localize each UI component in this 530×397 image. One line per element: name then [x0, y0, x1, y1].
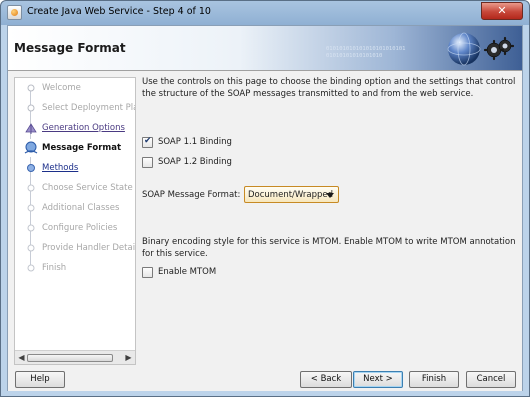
step-label: Provide Handler Details: [42, 243, 135, 253]
step-current-icon: [24, 141, 38, 154]
back-button[interactable]: < Back: [300, 371, 352, 388]
step-pending-icon: [27, 244, 35, 252]
step-list: Welcome Select Deployment Platf Generati…: [15, 78, 135, 350]
app-icon: [7, 5, 22, 20]
binary-decoration: 010101010101010101010101 010101010101010…: [326, 46, 405, 60]
step-pending-icon: [27, 224, 35, 232]
step-generation-options[interactable]: Generation Options: [15, 119, 135, 137]
scroll-thumb[interactable]: [27, 354, 113, 362]
step-label: Additional Classes: [42, 203, 120, 213]
step-message-format[interactable]: Message Format: [15, 139, 135, 157]
next-button[interactable]: Next >: [353, 371, 403, 388]
mtom-description: Binary encoding style for this service i…: [142, 237, 516, 259]
steps-horizontal-scrollbar[interactable]: ◀ ▶: [15, 350, 135, 364]
step-welcome: Welcome: [15, 79, 135, 97]
scroll-left-icon[interactable]: ◀: [17, 353, 26, 363]
step-label: Methods: [42, 163, 79, 173]
page-title: Message Format: [14, 41, 126, 55]
soap12-label: SOAP 1.2 Binding: [158, 157, 232, 167]
wizard-steps-panel: Welcome Select Deployment Platf Generati…: [14, 77, 136, 365]
intro-text: Use the controls on this page to choose …: [142, 77, 516, 99]
window-title: Create Java Web Service - Step 4 of 10: [27, 6, 211, 17]
enable-mtom-label: Enable MTOM: [158, 267, 217, 277]
main-content: Use the controls on this page to choose …: [138, 71, 522, 365]
step-label: Choose Service State: [42, 183, 133, 193]
step-label: Finish: [42, 263, 67, 273]
cancel-button[interactable]: Cancel: [466, 371, 516, 388]
step-pending-icon: [27, 184, 35, 192]
step-label: Message Format: [42, 143, 122, 153]
step-label: Welcome: [42, 83, 81, 93]
wizard-footer: Help < Back Next > Finish Cancel: [8, 366, 522, 391]
help-button[interactable]: Help: [15, 371, 65, 388]
step-methods[interactable]: Methods: [15, 159, 135, 177]
message-format-value: Document/Wrapped: [248, 190, 334, 200]
scroll-right-icon[interactable]: ▶: [124, 353, 133, 363]
title-bar[interactable]: Create Java Web Service - Step 4 of 10 ✕: [1, 1, 529, 25]
wizard-window: Create Java Web Service - Step 4 of 10 ✕…: [0, 0, 530, 397]
step-configure-policies: Configure Policies: [15, 219, 135, 237]
wizard-client: Message Format 010101010101010101010101 …: [7, 25, 523, 391]
soap11-label: SOAP 1.1 Binding: [158, 137, 232, 147]
finish-button[interactable]: Finish: [409, 371, 459, 388]
gear-icon: [483, 36, 514, 61]
step-label: Select Deployment Platf: [42, 103, 135, 113]
wizard-header: Message Format 010101010101010101010101 …: [8, 26, 522, 71]
step-label: Configure Policies: [42, 223, 118, 233]
soap12-checkbox[interactable]: [142, 157, 153, 168]
step-done-icon: [27, 104, 35, 112]
binary-decoration-text: 010101010101010101010101 010101010101010…: [326, 46, 406, 59]
enable-mtom-checkbox[interactable]: [142, 267, 153, 278]
step-pending-icon: [27, 204, 35, 212]
step-select-deployment-platform: Select Deployment Platf: [15, 99, 135, 117]
step-choose-service-state: Choose Service State: [15, 179, 135, 197]
step-done-icon: [27, 84, 35, 92]
message-format-label: SOAP Message Format:: [142, 190, 241, 200]
step-pending-icon: [27, 264, 35, 272]
step-provide-handler-details: Provide Handler Details: [15, 239, 135, 257]
message-format-dropdown[interactable]: Document/Wrapped: [244, 186, 339, 203]
globe-icon: [447, 32, 481, 66]
step-visited-icon: [25, 123, 37, 134]
close-button[interactable]: ✕: [481, 2, 523, 20]
step-link-icon: [27, 164, 35, 172]
step-additional-classes: Additional Classes: [15, 199, 135, 217]
step-finish: Finish: [15, 259, 135, 277]
soap11-checkbox[interactable]: [142, 136, 153, 148]
chevron-down-icon[interactable]: [326, 193, 334, 198]
step-label: Generation Options: [42, 123, 125, 133]
